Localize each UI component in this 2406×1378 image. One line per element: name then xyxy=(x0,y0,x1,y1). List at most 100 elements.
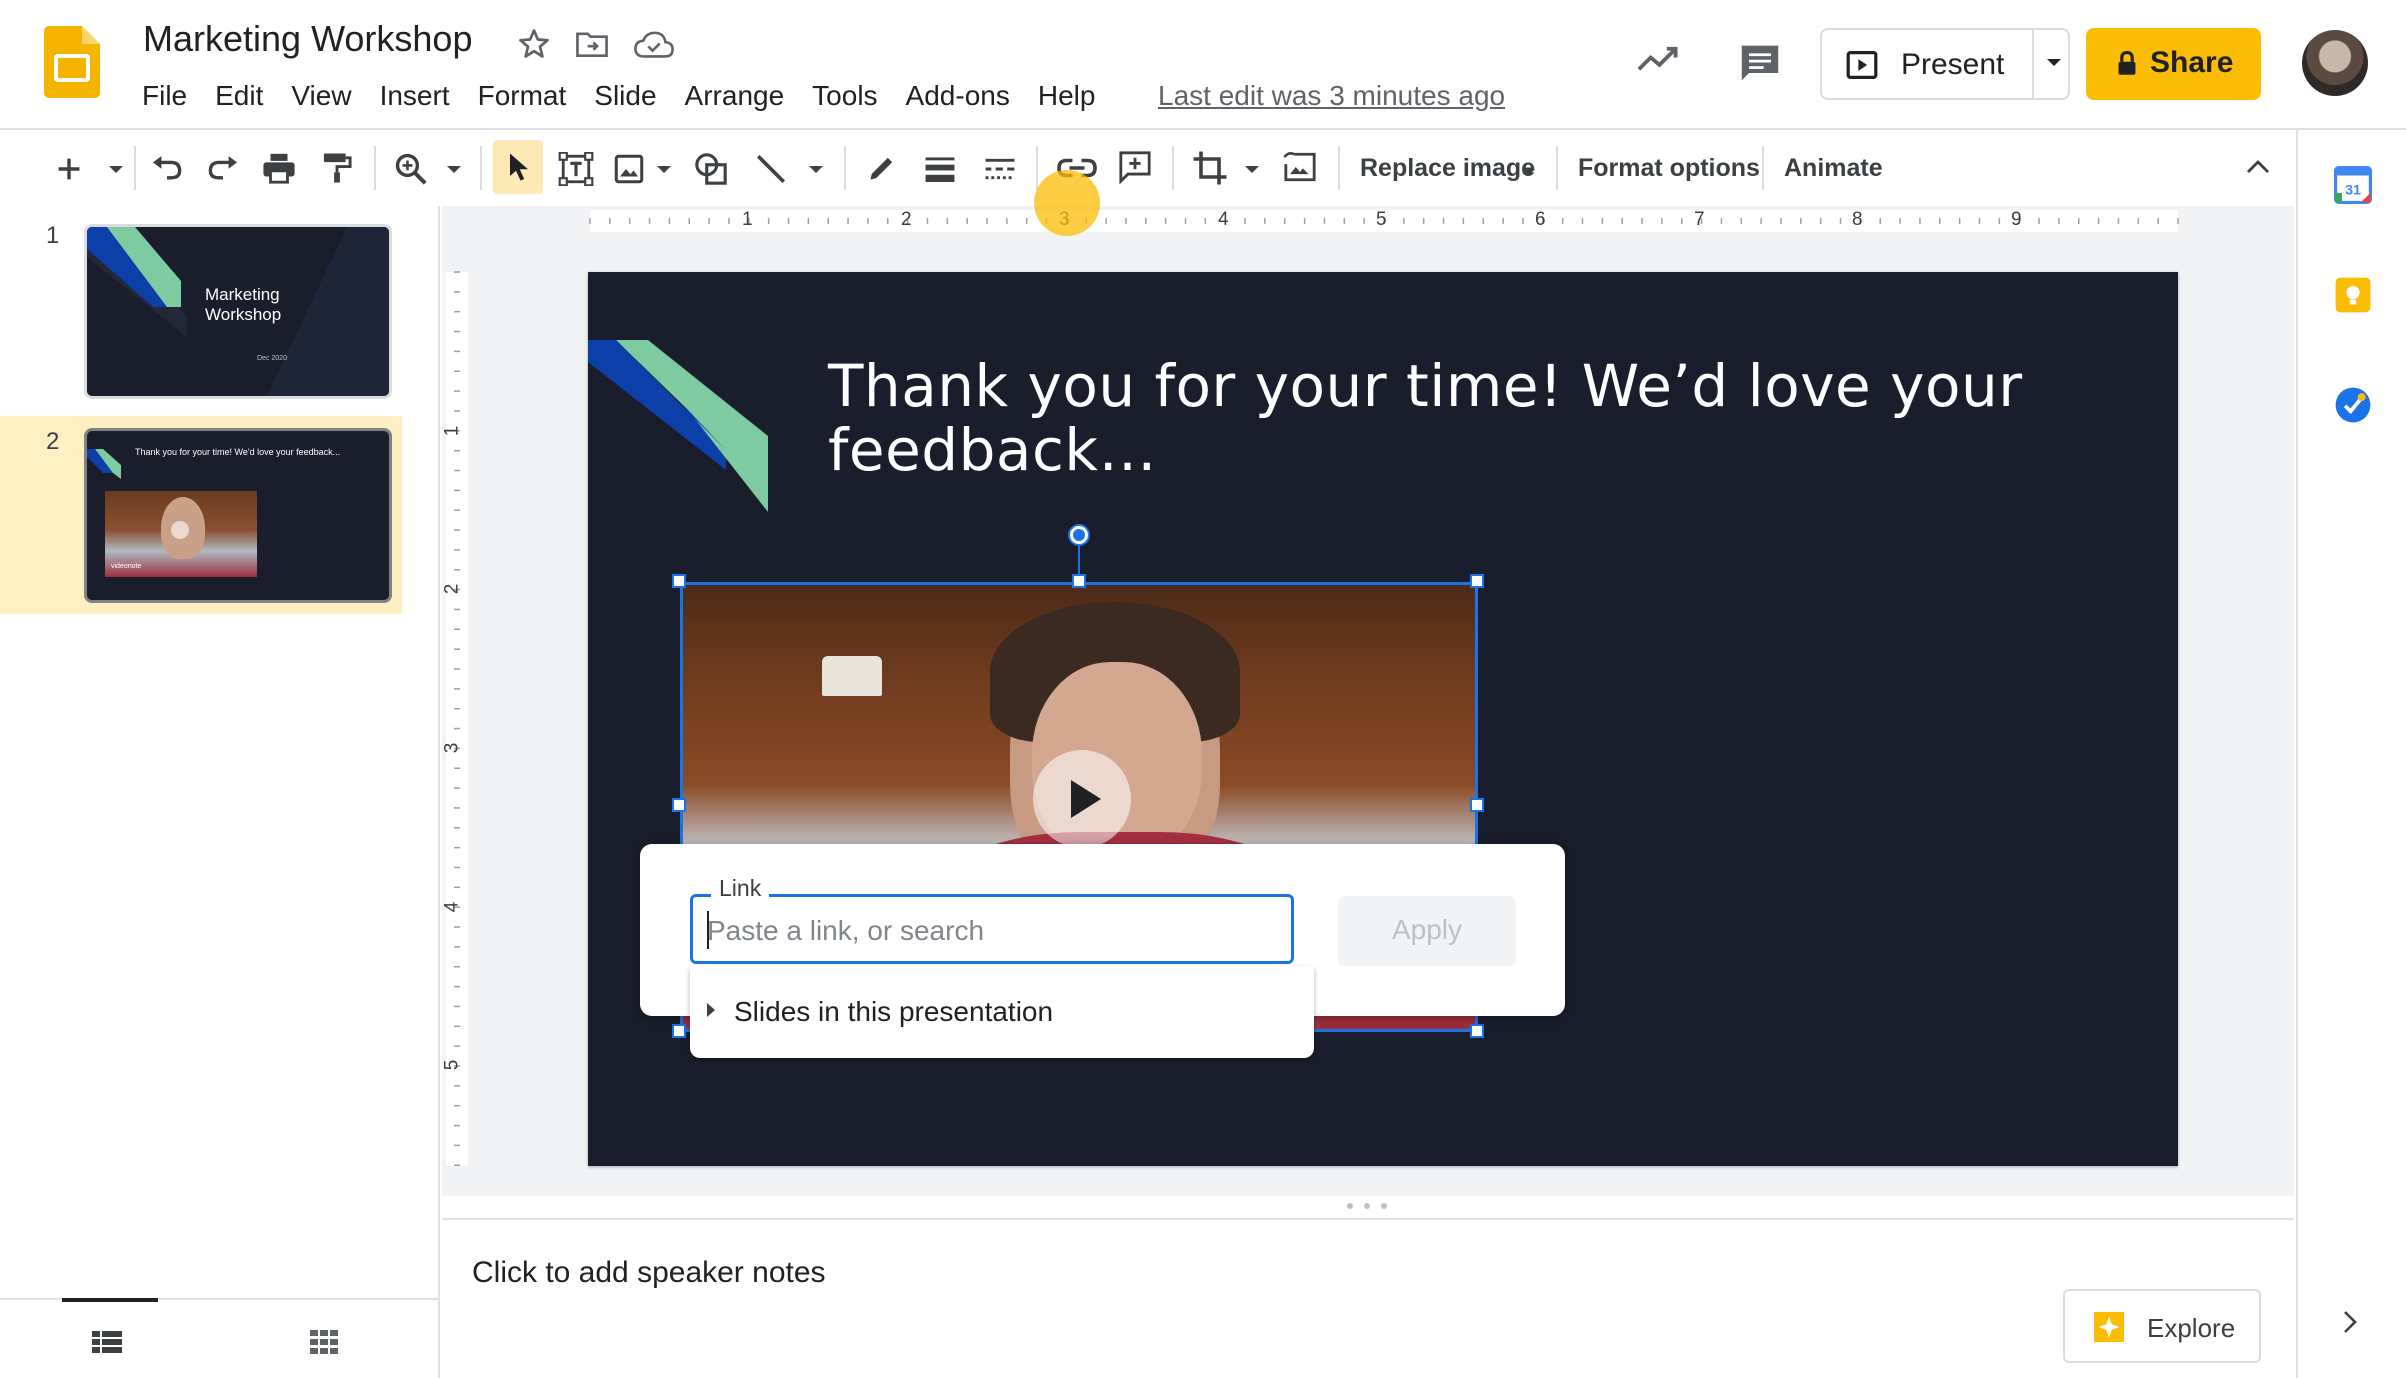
document-title[interactable]: Marketing Workshop xyxy=(143,18,472,60)
ruler-label: 7 xyxy=(1694,209,1705,230)
menu-tools[interactable]: Tools xyxy=(798,78,891,114)
select-tool-button[interactable] xyxy=(493,140,543,194)
print-icon[interactable] xyxy=(262,152,296,184)
zoom-icon[interactable] xyxy=(394,152,428,186)
speaker-notes[interactable]: Click to add speaker notes xyxy=(442,1218,2294,1378)
explore-button[interactable]: Explore xyxy=(2063,1289,2261,1363)
resize-handle-top[interactable] xyxy=(1072,574,1086,588)
format-options-button[interactable]: Format options xyxy=(1578,154,1760,183)
notes-resize-handle[interactable] xyxy=(1346,1202,1388,1210)
menu-help[interactable]: Help xyxy=(1024,78,1110,114)
slide-1-thumb-title: Marketing Workshop xyxy=(205,285,282,324)
toolbar: Replace image Format options Animate xyxy=(0,132,2296,204)
zoom-dropdown-icon[interactable] xyxy=(446,165,462,175)
star-icon[interactable] xyxy=(516,26,552,62)
horizontal-ruler[interactable]: 1 2 3 4 5 6 7 8 9 xyxy=(442,206,2294,234)
ruler-label: 1 xyxy=(441,425,463,437)
menu-file[interactable]: File xyxy=(128,78,201,114)
animate-button[interactable]: Animate xyxy=(1784,154,1883,183)
apply-button[interactable]: Apply xyxy=(1338,896,1516,966)
text-box-icon[interactable] xyxy=(558,152,594,186)
replace-image-dropdown-icon[interactable] xyxy=(1522,168,1536,177)
link-input-label: Link xyxy=(711,875,770,902)
add-comment-icon[interactable] xyxy=(1118,150,1152,184)
explore-label: Explore xyxy=(2147,1313,2236,1343)
insert-image-icon[interactable] xyxy=(614,154,644,184)
slide-2-stripe-graphic xyxy=(87,449,121,479)
menu-view[interactable]: View xyxy=(277,78,365,114)
menu-insert[interactable]: Insert xyxy=(366,78,464,114)
undo-icon[interactable] xyxy=(150,154,184,182)
present-button[interactable]: Present xyxy=(1820,28,2070,100)
click-indicator xyxy=(1034,170,1100,236)
menu-format[interactable]: Format xyxy=(464,78,581,114)
comment-history-icon[interactable] xyxy=(1738,42,1782,84)
reset-image-icon[interactable] xyxy=(1282,150,1318,184)
border-dash-icon[interactable] xyxy=(984,156,1016,182)
move-to-folder-icon[interactable] xyxy=(574,28,610,60)
border-color-icon[interactable] xyxy=(866,152,898,184)
present-dropdown-icon[interactable] xyxy=(2046,58,2062,68)
link-input[interactable]: Link Paste a link, or search xyxy=(690,875,1294,964)
crop-dropdown-icon[interactable] xyxy=(1244,165,1260,175)
ruler-label: 2 xyxy=(901,209,912,230)
replace-image-button[interactable]: Replace image xyxy=(1360,154,1535,183)
share-button[interactable]: Share xyxy=(2086,28,2261,100)
ruler-label: 5 xyxy=(1376,209,1387,230)
menu-addons[interactable]: Add-ons xyxy=(892,78,1024,114)
filmstrip-view-tab-indicator xyxy=(62,1298,158,1302)
calendar-icon[interactable]: 31 xyxy=(2334,166,2372,204)
slides-in-presentation-option[interactable]: Slides in this presentation xyxy=(734,996,1053,1028)
ruler-label: 4 xyxy=(1218,209,1229,230)
collapse-toolbar-icon[interactable] xyxy=(2246,158,2270,174)
slide-2-thumb-video: videonote xyxy=(105,491,257,577)
redo-icon[interactable] xyxy=(206,154,240,182)
vertical-ruler[interactable]: 1 2 3 4 5 xyxy=(441,234,470,1196)
share-label: Share xyxy=(2150,46,2234,79)
image-dropdown-icon[interactable] xyxy=(656,165,672,175)
new-slide-icon[interactable] xyxy=(56,156,82,182)
user-avatar[interactable] xyxy=(2302,30,2368,96)
ruler-label: 6 xyxy=(1535,209,1546,230)
toolbar-separator xyxy=(480,146,482,190)
slide-thumbnail-1[interactable]: Marketing Workshop Dec 2020 xyxy=(84,224,392,399)
crop-icon[interactable] xyxy=(1192,150,1228,186)
shape-icon[interactable] xyxy=(694,152,728,186)
speaker-notes-placeholder: Click to add speaker notes xyxy=(472,1256,826,1289)
ruler-label: 9 xyxy=(2011,209,2022,230)
rotation-handle[interactable] xyxy=(1070,526,1088,544)
keep-icon[interactable] xyxy=(2334,276,2372,314)
resize-handle-left[interactable] xyxy=(672,798,686,812)
slide-title[interactable]: Thank you for your time! We’d love your … xyxy=(828,354,2028,482)
toolbar-separator xyxy=(1762,146,1764,190)
resize-handle-bottom-left[interactable] xyxy=(672,1024,686,1038)
menu-edit[interactable]: Edit xyxy=(201,78,277,114)
menu-arrange[interactable]: Arrange xyxy=(671,78,799,114)
filmstrip-view-icon[interactable] xyxy=(92,1330,122,1354)
slides-logo-icon[interactable] xyxy=(44,26,100,98)
expand-arrow-icon[interactable] xyxy=(706,1002,716,1018)
activity-trend-icon[interactable] xyxy=(1636,44,1680,74)
resize-handle-top-right[interactable] xyxy=(1470,574,1484,588)
new-slide-dropdown-icon[interactable] xyxy=(108,165,124,175)
filmstrip-footer xyxy=(0,1298,438,1378)
expand-panel-icon[interactable] xyxy=(2342,1310,2358,1334)
resize-handle-right[interactable] xyxy=(1470,798,1484,812)
resize-handle-bottom-right[interactable] xyxy=(1470,1024,1484,1038)
line-dropdown-icon[interactable] xyxy=(808,165,824,175)
menu-slide[interactable]: Slide xyxy=(580,78,670,114)
slide-thumbnail-2[interactable]: Thank you for your time! We'd love your … xyxy=(84,428,392,603)
link-input-placeholder: Paste a link, or search xyxy=(707,915,985,946)
last-edit-link[interactable]: Last edit was 3 minutes ago xyxy=(1158,80,1505,112)
ruler-label: 3 xyxy=(441,742,463,754)
cloud-saved-icon[interactable] xyxy=(634,30,674,60)
toolbar-separator xyxy=(1338,146,1340,190)
grid-view-icon[interactable] xyxy=(310,1330,338,1354)
tasks-icon[interactable] xyxy=(2334,386,2372,424)
toolbar-separator xyxy=(1172,146,1174,190)
line-icon[interactable] xyxy=(754,152,788,186)
paint-format-icon[interactable] xyxy=(322,152,352,184)
toolbar-separator xyxy=(134,146,136,190)
border-weight-icon[interactable] xyxy=(924,156,956,182)
resize-handle-top-left[interactable] xyxy=(672,574,686,588)
